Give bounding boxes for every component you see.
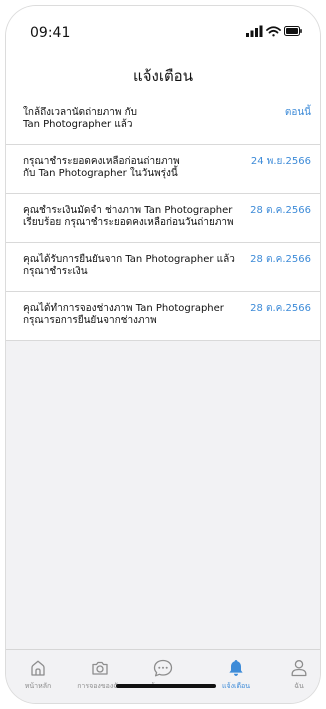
- notification-message: คุณได้ทำการจองช่างภาพ Tan Photographer ก…: [23, 303, 224, 326]
- camera-icon: [92, 661, 108, 675]
- tab-home[interactable]: หน้าหลัก: [8, 658, 68, 698]
- notification-item[interactable]: คุณได้ทำการจองช่างภาพ Tan Photographer ก…: [6, 292, 320, 341]
- notification-date: 28 ต.ค.2566: [250, 303, 311, 314]
- status-time: 09:41: [30, 25, 71, 41]
- tab-me[interactable]: ฉัน: [269, 658, 320, 698]
- notification-message: ใกล้ถึงเวลานัดถ่ายภาพ กับ Tan Photograph…: [23, 107, 138, 130]
- bell-icon: [229, 660, 243, 676]
- notification-message: กรุณาชำระยอดคงเหลือก่อนถ่ายภาพ กับ Tan P…: [23, 156, 180, 179]
- phone-screen: 09:41 แจ้งเตือน ใกล้ถึงเวลานัดถ่ายภาพ กั…: [6, 6, 320, 703]
- status-icons: [246, 25, 302, 37]
- home-indicator: [116, 684, 216, 688]
- notification-list: ใกล้ถึงเวลานัดถ่ายภาพ กับ Tan Photograph…: [6, 96, 320, 341]
- page-header: แจ้งเตือน: [6, 50, 320, 97]
- page-title: แจ้งเตือน: [133, 67, 193, 85]
- notification-item[interactable]: คุณชำระเงินมัดจำ ช่างภาพ Tan Photographe…: [6, 194, 320, 243]
- notification-date: ตอนนี้: [284, 107, 311, 118]
- notification-date: 24 พ.ย.2566: [250, 156, 311, 167]
- notification-item[interactable]: กรุณาชำระยอดคงเหลือก่อนถ่ายภาพ กับ Tan P…: [6, 145, 320, 194]
- wifi-icon: [266, 26, 281, 37]
- signal-icon: [246, 25, 263, 37]
- notification-date: 28 ต.ค.2566: [250, 254, 311, 265]
- notification-message: คุณได้รับการยืนยันจาก Tan Photographer แ…: [23, 254, 235, 277]
- tab-bar: หน้าหลัก การจองของฉัน ข้อความ แจ้งเตือ: [6, 649, 320, 703]
- notification-message: คุณชำระเงินมัดจำ ช่างภาพ Tan Photographe…: [23, 205, 234, 228]
- notification-item[interactable]: ใกล้ถึงเวลานัดถ่ายภาพ กับ Tan Photograph…: [6, 96, 320, 145]
- chat-icon: [153, 659, 173, 677]
- notification-date: 28 ต.ค.2566: [250, 205, 311, 216]
- tab-notifications[interactable]: แจ้งเตือน: [206, 658, 266, 698]
- user-icon: [291, 660, 307, 677]
- notification-item[interactable]: คุณได้รับการยืนยันจาก Tan Photographer แ…: [6, 243, 320, 292]
- tab-messages[interactable]: ข้อความ: [133, 658, 193, 698]
- home-icon: [31, 660, 45, 676]
- tab-my-bookings[interactable]: การจองของฉัน: [70, 658, 130, 698]
- tab-label: หน้าหลัก: [24, 682, 52, 690]
- battery-icon: [284, 26, 302, 36]
- tab-label: ฉัน: [294, 682, 304, 690]
- status-bar: 09:41: [6, 6, 320, 50]
